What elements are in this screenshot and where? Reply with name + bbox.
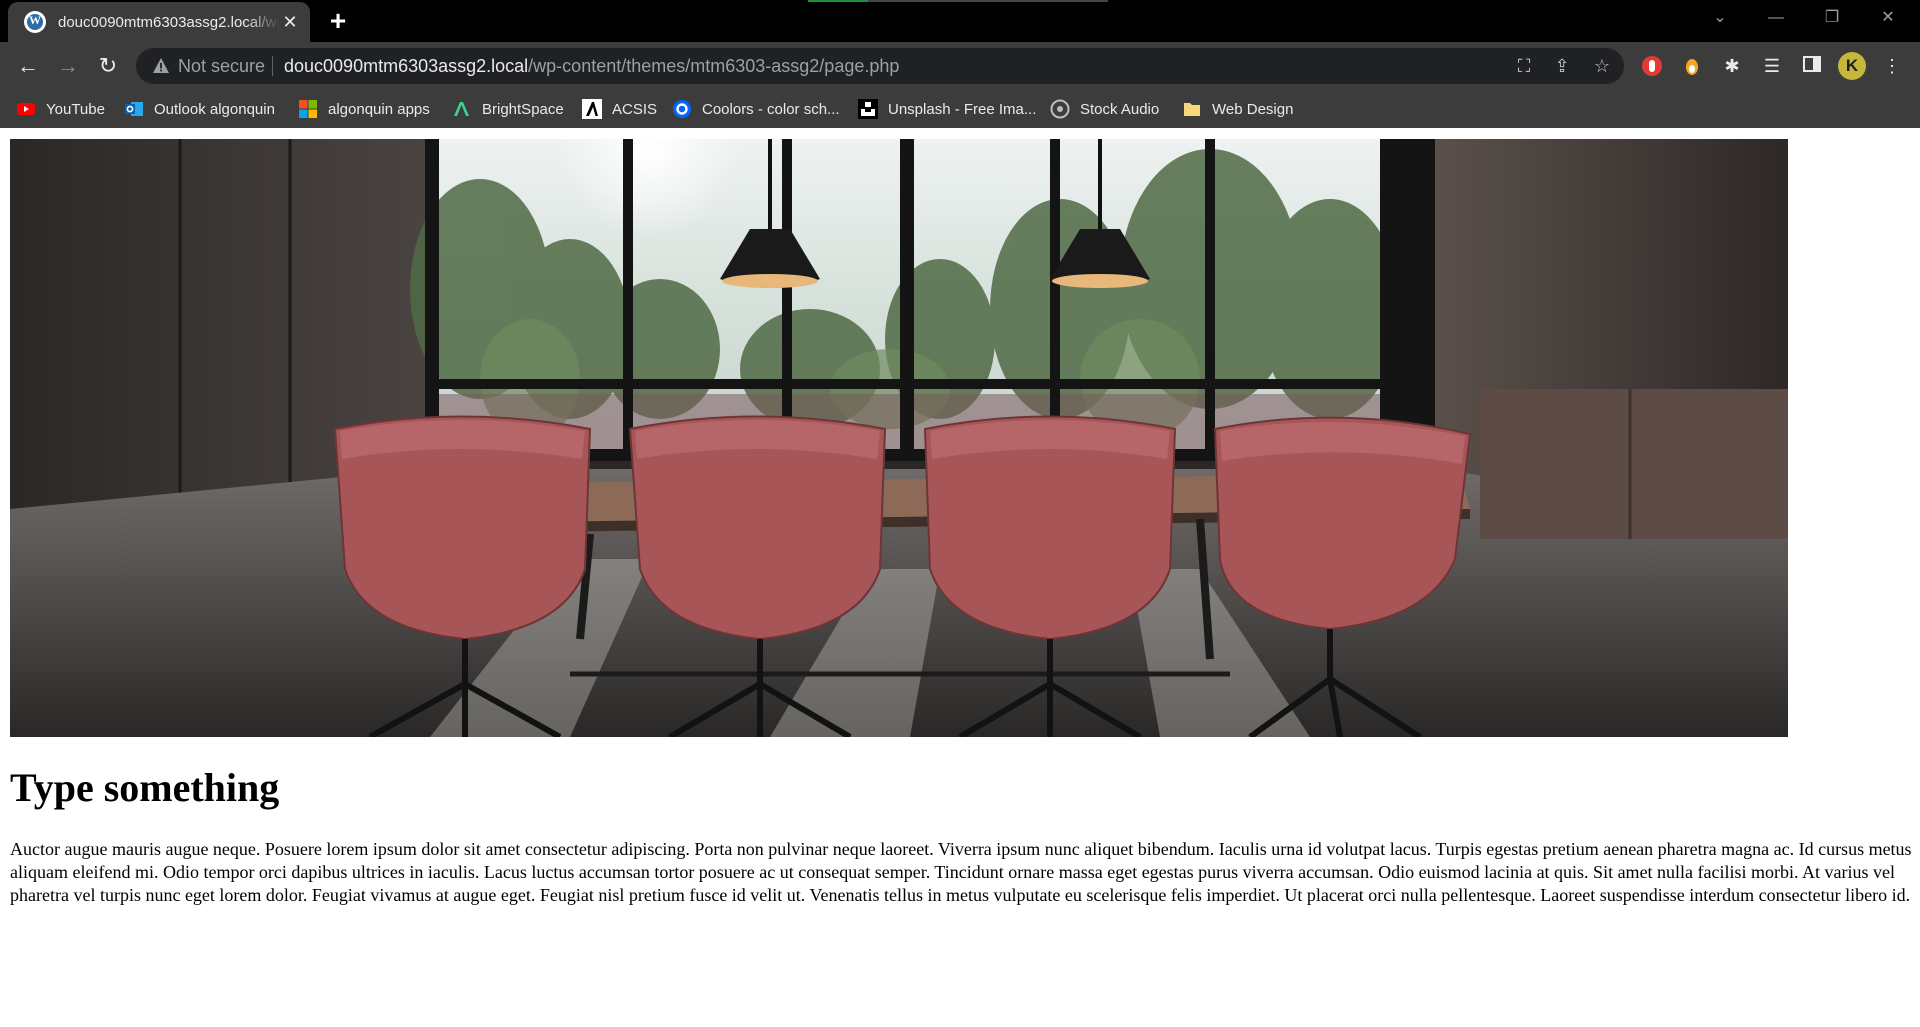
bookmark-label: Web Design (1212, 100, 1294, 118)
bookmarks-bar: YouTube Outlook algonquin algonquin apps… (0, 90, 1920, 128)
address-bar[interactable]: Not secure douc0090mtm6303assg2.local/wp… (136, 48, 1624, 84)
tab-title: douc0090mtm6303assg2.local/wp-content/th… (58, 13, 280, 31)
bookmark-label: BrightSpace (482, 100, 564, 118)
bookmark-coolors[interactable]: Coolors - color sch... (672, 97, 840, 121)
bookmark-acsis[interactable]: ACSIS (582, 97, 657, 121)
unsplash-icon (858, 99, 878, 119)
bookmark-brightspace[interactable]: BrightSpace (452, 97, 564, 121)
bookmark-outlook[interactable]: Outlook algonquin (124, 97, 275, 121)
minimize-icon[interactable]: — (1748, 0, 1804, 36)
menu-icon[interactable]: ⋮ (1880, 54, 1904, 78)
url-path: /wp-content/themes/mtm6303-assg2/page.ph… (528, 56, 900, 76)
extension-icon[interactable] (1680, 54, 1704, 78)
coolors-icon (673, 100, 691, 118)
page-title: Type something (10, 765, 280, 810)
address-divider (272, 56, 273, 76)
hero-image (10, 139, 1788, 737)
wordpress-icon: W (24, 11, 46, 33)
restore-icon[interactable]: ❐ (1804, 0, 1860, 36)
translate-icon[interactable]: ⛶ (1512, 54, 1536, 78)
brightspace-icon (454, 102, 469, 116)
warning-icon (153, 58, 169, 73)
bookmark-web-design[interactable]: Web Design (1182, 97, 1293, 121)
audio-icon (1050, 99, 1070, 119)
adblock-extension-icon[interactable] (1640, 54, 1664, 78)
youtube-icon (17, 103, 35, 115)
url-host: douc0090mtm6303assg2.local (284, 56, 529, 76)
folder-icon (1184, 103, 1200, 116)
bookmark-label: Outlook algonquin (154, 100, 275, 118)
bookmark-label: YouTube (46, 100, 105, 118)
bookmark-youtube[interactable]: YouTube (16, 97, 105, 121)
acsis-icon (582, 99, 602, 119)
microsoft-icon (299, 100, 317, 118)
bookmark-star-icon[interactable]: ☆ (1590, 54, 1614, 78)
new-tab-button[interactable]: + (322, 6, 354, 38)
bookmark-label: Unsplash - Free Ima... (888, 100, 1037, 118)
browser-toolbar: ← → ↻ Not secure douc0090mtm6303assg2.lo… (0, 42, 1920, 90)
bookmark-stock-audio[interactable]: Stock Audio (1050, 97, 1159, 121)
bookmark-label: algonquin apps (328, 100, 430, 118)
bookmark-algonquin-apps[interactable]: algonquin apps (298, 97, 430, 121)
bookmark-label: Coolors - color sch... (702, 100, 840, 118)
tab-strip: W douc0090mtm6303assg2.local/wp-content/… (0, 0, 1920, 42)
page-viewport: Type something Auctor augue mauris augue… (0, 128, 1920, 1027)
back-icon[interactable]: ← (12, 50, 44, 82)
share-icon[interactable]: ⇪ (1550, 54, 1574, 78)
side-panel-icon[interactable] (1800, 54, 1824, 78)
window-close-icon[interactable]: ✕ (1860, 0, 1916, 36)
page-body-text: Auctor augue mauris augue neque. Posuere… (10, 839, 1912, 905)
browser-tab[interactable]: W douc0090mtm6303assg2.local/wp-content/… (8, 2, 310, 42)
tab-search-icon[interactable]: ⌄ (1692, 0, 1748, 36)
close-tab-icon[interactable]: ✕ (280, 12, 300, 32)
outlook-icon (125, 102, 143, 116)
loading-indicator (808, 0, 1108, 2)
profile-avatar[interactable]: K (1838, 52, 1866, 80)
bookmark-label: Stock Audio (1080, 100, 1160, 118)
url-text[interactable]: douc0090mtm6303assg2.local/wp-content/th… (284, 56, 899, 77)
bookmark-label: ACSIS (612, 100, 658, 118)
forward-icon[interactable]: → (52, 50, 84, 82)
reload-icon[interactable]: ↻ (92, 50, 124, 82)
puzzle-icon[interactable]: ✱ (1720, 54, 1744, 78)
security-label[interactable]: Not secure (178, 56, 265, 77)
reading-list-icon[interactable]: ☰ (1760, 54, 1784, 78)
bookmark-unsplash[interactable]: Unsplash - Free Ima... (858, 97, 1036, 121)
